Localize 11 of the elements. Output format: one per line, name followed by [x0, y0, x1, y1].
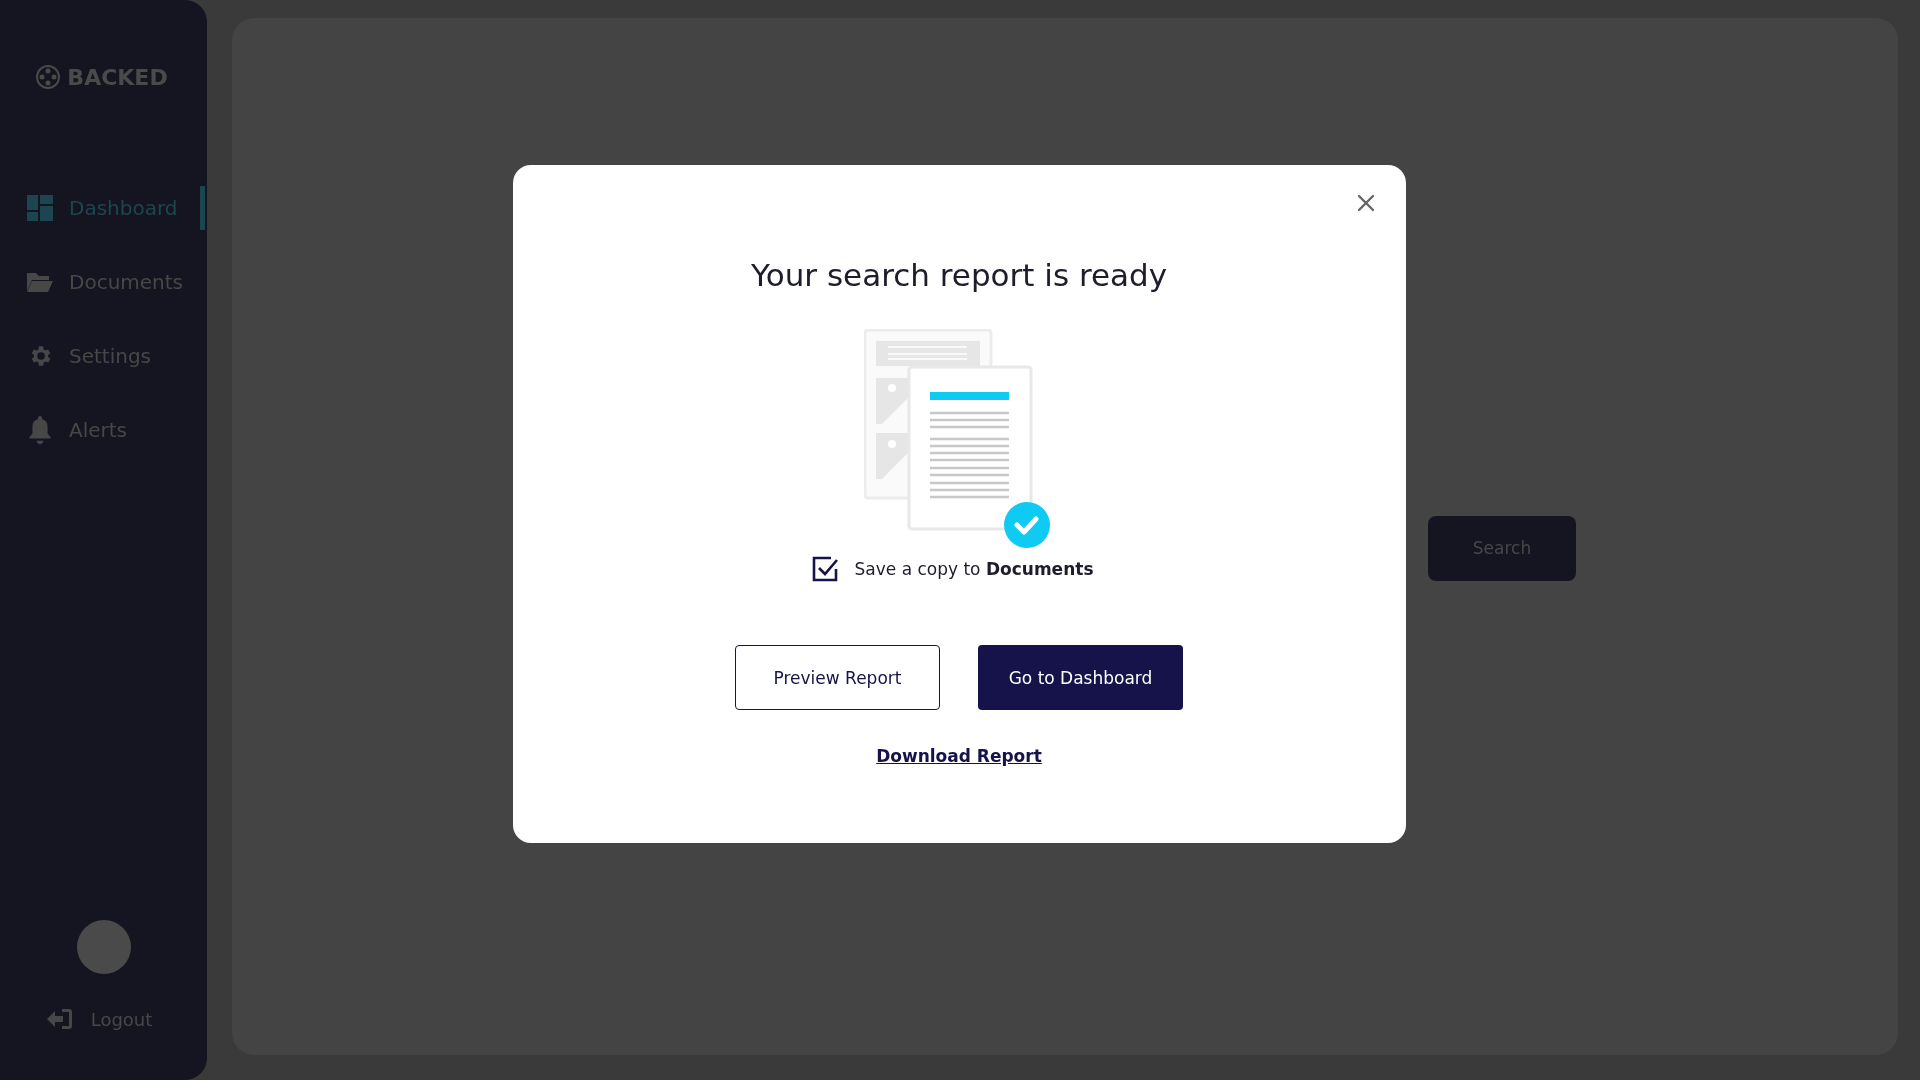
download-link[interactable]: Download Report [876, 746, 1042, 766]
modal-title: Your search report is ready [750, 257, 1168, 293]
checkbox[interactable] [810, 555, 839, 583]
bell-icon [27, 416, 53, 444]
logout-icon [46, 1008, 73, 1030]
folder-icon [27, 271, 53, 293]
dashboard-icon [27, 195, 53, 221]
film-reel-icon [35, 64, 62, 90]
primary-button[interactable]: Go to Dashboard [978, 645, 1183, 710]
outline-button[interactable]: Preview Report [735, 645, 940, 710]
checkbox-label: Save a copy to Documents [854, 559, 1094, 579]
